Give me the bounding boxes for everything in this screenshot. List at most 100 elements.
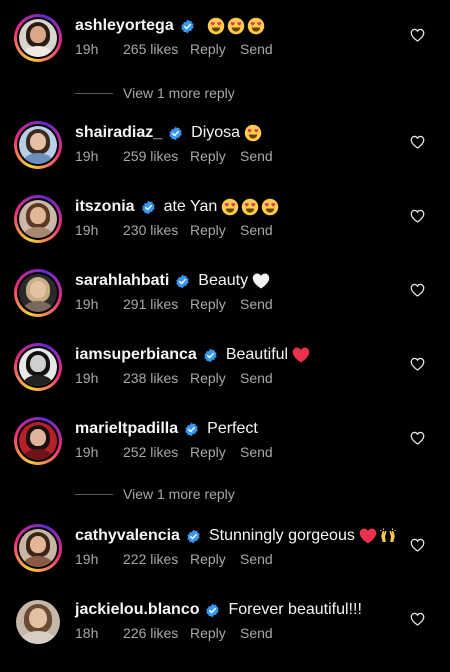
heart-outline-icon[interactable] [410, 357, 425, 371]
heart-eyes-emoji [261, 198, 279, 216]
avatar-photo [19, 200, 57, 238]
comment-likes[interactable]: 226 likes [123, 625, 180, 641]
divider [75, 493, 113, 495]
send-button[interactable]: Send [240, 444, 273, 460]
comment-username[interactable]: shairadiaz_ [75, 124, 162, 142]
view-more-label[interactable]: View 1 more reply [123, 486, 235, 502]
send-button[interactable]: Send [240, 148, 273, 164]
send-button[interactable]: Send [240, 551, 273, 567]
reply-button[interactable]: Reply [190, 625, 240, 641]
comment-username[interactable]: marieltpadilla [75, 420, 178, 438]
verified-badge-icon [187, 529, 200, 543]
comment-username[interactable]: cathyvalencia [75, 527, 180, 545]
comment-likes[interactable]: 230 likes [123, 222, 180, 238]
comment-text: Forever beautiful!!! [228, 601, 362, 618]
comment-likes[interactable]: 291 likes [123, 296, 180, 312]
avatar[interactable] [14, 343, 62, 391]
comment-emojis [288, 346, 310, 364]
verified-badge-icon [141, 200, 155, 214]
reply-button[interactable]: Reply [190, 551, 240, 567]
comment-text: Perfect [207, 420, 258, 437]
avatar-photo [19, 422, 57, 460]
comment-time: 19h [75, 148, 99, 164]
red-heart-emoji [359, 527, 377, 545]
heart-outline-icon[interactable] [410, 209, 425, 223]
send-button[interactable]: Send [240, 41, 273, 57]
heart-eyes-emoji [221, 198, 239, 216]
view-more-replies[interactable]: View 1 more reply [75, 83, 235, 103]
comment-time: 19h [75, 41, 99, 57]
verified-badge-icon [185, 422, 198, 436]
reply-button[interactable]: Reply [190, 370, 240, 386]
comment-likes[interactable]: 252 likes [123, 444, 180, 460]
comment-likes[interactable]: 238 likes [123, 370, 180, 386]
white-heart-emoji [252, 272, 270, 290]
comment-username[interactable]: ashleyortega [75, 17, 174, 35]
comment-likes[interactable]: 222 likes [123, 551, 180, 567]
comment-item: itszonia ate Yan 19h 230 likes Reply Sen… [0, 195, 450, 269]
avatar[interactable] [14, 195, 62, 243]
avatar-photo [16, 600, 60, 644]
comments-feed: ashleyortega 19h 265 likes Reply Send Vi… [0, 0, 450, 659]
heart-eyes-emoji [247, 17, 265, 35]
avatar[interactable] [14, 598, 62, 646]
verified-badge-icon [169, 126, 182, 140]
comment-time: 19h [75, 296, 99, 312]
heart-eyes-emoji [241, 198, 259, 216]
avatar-photo [19, 529, 57, 567]
verified-badge-icon [204, 348, 217, 362]
verified-badge-icon [176, 274, 189, 288]
comment-username[interactable]: sarahlahbati [75, 272, 169, 290]
heart-outline-icon[interactable] [410, 612, 425, 626]
reply-button[interactable]: Reply [190, 148, 240, 164]
comment-item: sarahlahbati Beauty 19h 291 likes Reply … [0, 269, 450, 343]
send-button[interactable]: Send [240, 222, 273, 238]
avatar[interactable] [14, 121, 62, 169]
avatar[interactable] [14, 269, 62, 317]
comment-emojis [248, 272, 270, 290]
comment-text: Beauty [198, 272, 249, 289]
avatar[interactable] [14, 14, 62, 62]
reply-button[interactable]: Reply [190, 41, 240, 57]
reply-button[interactable]: Reply [190, 222, 240, 238]
heart-outline-icon[interactable] [410, 283, 425, 297]
comment-emojis [240, 124, 262, 142]
comment-time: 19h [75, 370, 99, 386]
send-button[interactable]: Send [240, 296, 273, 312]
avatar-photo [19, 274, 57, 312]
reply-button[interactable]: Reply [190, 444, 240, 460]
comment-text: Diyosa [191, 124, 241, 141]
heart-eyes-emoji [207, 17, 225, 35]
avatar[interactable] [14, 524, 62, 572]
divider [75, 92, 113, 94]
verified-badge-icon [206, 603, 220, 617]
comment-emojis [355, 527, 397, 545]
red-heart-emoji [292, 346, 310, 364]
send-button[interactable]: Send [240, 625, 273, 641]
heart-outline-icon[interactable] [410, 135, 425, 149]
comment-username[interactable]: itszonia [75, 198, 135, 216]
comment-time: 19h [75, 551, 99, 567]
view-more-label[interactable]: View 1 more reply [123, 85, 235, 101]
raising-hands-emoji [379, 527, 397, 545]
comment-item: jackielou.blanco Forever beautiful!!! 18… [0, 598, 450, 672]
comment-time: 19h [75, 444, 99, 460]
send-button[interactable]: Send [240, 370, 273, 386]
comment-username[interactable]: iamsuperbianca [75, 346, 197, 364]
heart-outline-icon[interactable] [410, 431, 425, 445]
view-more-replies[interactable]: View 1 more reply [75, 484, 235, 504]
heart-outline-icon[interactable] [410, 28, 425, 42]
comment-username[interactable]: jackielou.blanco [75, 601, 199, 619]
comment-text: Beautiful [225, 346, 289, 363]
comment-likes[interactable]: 265 likes [123, 41, 180, 57]
verified-badge-icon [181, 19, 194, 33]
avatar-photo [19, 126, 57, 164]
comment-item: marieltpadilla Perfect 19h 252 likes Rep… [0, 417, 450, 491]
comment-time: 18h [75, 625, 99, 641]
avatar[interactable] [14, 417, 62, 465]
comment-emojis [217, 198, 279, 216]
comment-likes[interactable]: 259 likes [123, 148, 180, 164]
heart-outline-icon[interactable] [410, 538, 425, 552]
heart-eyes-emoji [227, 17, 245, 35]
reply-button[interactable]: Reply [190, 296, 240, 312]
